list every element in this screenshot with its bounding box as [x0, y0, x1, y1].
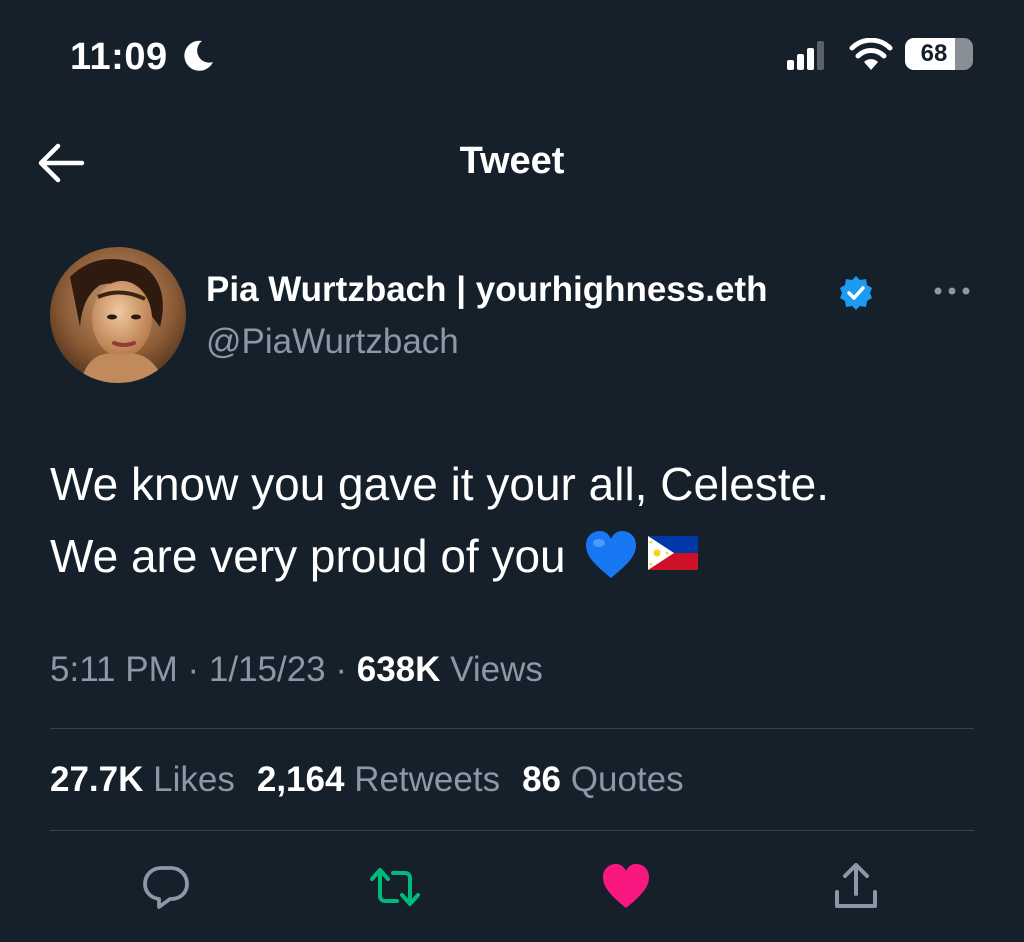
- avatar[interactable]: [50, 247, 186, 383]
- status-time: 11:09: [70, 36, 168, 78]
- page-title: Tweet: [459, 140, 565, 182]
- blue-heart-icon: [585, 531, 636, 578]
- wifi-icon: [849, 38, 893, 70]
- moon-icon: [184, 40, 213, 71]
- signal-icon: [787, 41, 824, 70]
- meta-separator: ·: [177, 650, 209, 689]
- philippines-flag-icon: [647, 536, 698, 570]
- views-label: Views: [450, 650, 543, 689]
- retweets-label: Retweets: [354, 760, 501, 799]
- like-icon[interactable]: [601, 862, 651, 912]
- tweet-meta: 5:11 PM · 1/15/23 · 638K Views: [50, 650, 543, 690]
- divider: [50, 728, 974, 729]
- tweet-line-2: We are very proud of you: [50, 530, 566, 582]
- tweet-date: 1/15/23: [208, 650, 326, 689]
- tweet-body: We know you gave it your all, Celeste. W…: [50, 448, 1000, 592]
- author-name[interactable]: Pia Wurtzbach | yourhighness.eth: [206, 270, 767, 310]
- meta-separator: ·: [325, 650, 357, 689]
- more-icon[interactable]: [932, 280, 972, 302]
- divider: [50, 830, 974, 831]
- retweets-count: 2,164: [256, 760, 345, 799]
- reply-icon[interactable]: [141, 862, 191, 912]
- battery-icon: 68: [905, 38, 973, 72]
- share-icon[interactable]: [831, 862, 881, 912]
- likes-stat[interactable]: 27.7K Likes: [50, 760, 235, 800]
- verified-badge-icon: [840, 276, 872, 310]
- tweet-stats: 27.7K Likes 2,164 Retweets 86 Quotes: [50, 760, 706, 800]
- tweet-time: 5:11 PM: [50, 650, 178, 689]
- tweet-line-1: We know you gave it your all, Celeste.: [50, 458, 829, 510]
- retweets-stat[interactable]: 2,164 Retweets: [257, 760, 500, 800]
- quotes-count: 86: [522, 760, 562, 799]
- likes-label: Likes: [153, 760, 235, 799]
- quotes-stat[interactable]: 86 Quotes: [522, 760, 684, 800]
- likes-count: 27.7K: [50, 760, 144, 799]
- retweet-icon[interactable]: [370, 862, 420, 912]
- views-count: 638K: [356, 650, 441, 689]
- battery-level: 68: [920, 40, 948, 67]
- quotes-label: Quotes: [570, 760, 684, 799]
- author-handle[interactable]: @PiaWurtzbach: [206, 322, 459, 362]
